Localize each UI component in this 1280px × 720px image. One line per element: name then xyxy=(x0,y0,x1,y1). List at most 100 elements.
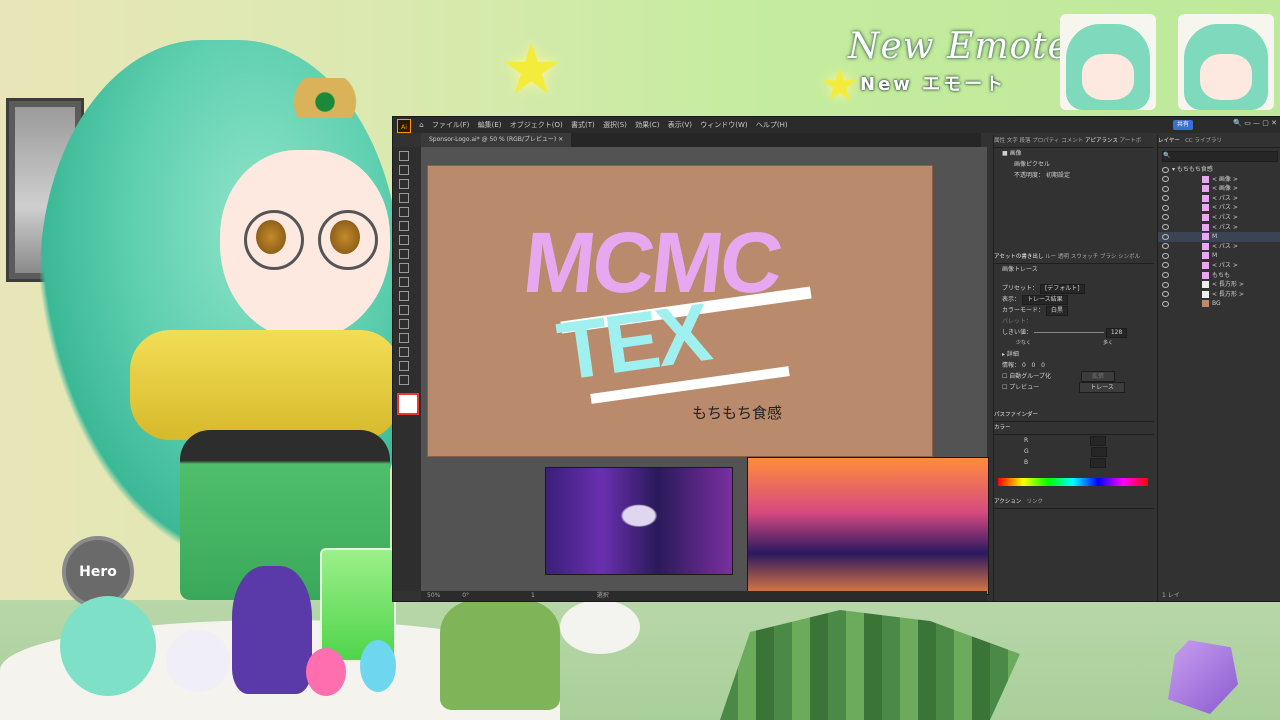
anime-character-image[interactable] xyxy=(545,467,733,575)
channel-g-input[interactable] xyxy=(1090,446,1107,457)
hand-tool-icon[interactable] xyxy=(399,361,409,371)
appearance-object-row[interactable]: ■ 画像 xyxy=(994,148,1154,159)
brush-tool-icon[interactable] xyxy=(399,249,409,259)
layer-item[interactable]: < パス > xyxy=(1158,213,1280,223)
color-mode-select[interactable]: 白黒 xyxy=(1045,305,1068,316)
visibility-eye-icon[interactable] xyxy=(1162,204,1169,211)
menu-select[interactable]: 選択(S) xyxy=(603,117,627,133)
advanced-toggle[interactable]: ▸ 詳細 xyxy=(994,349,1154,360)
layer-item[interactable]: < 画像 > xyxy=(1158,175,1280,185)
visibility-eye-icon[interactable] xyxy=(1162,176,1169,183)
fill-stroke-swatch[interactable] xyxy=(397,393,419,415)
preview-row[interactable]: ☐ プレビュー トレース xyxy=(994,382,1154,393)
visibility-eye-icon[interactable] xyxy=(1162,252,1169,259)
tab-ruler[interactable]: ルー xyxy=(1045,254,1056,260)
menu-file[interactable]: ファイル(F) xyxy=(432,117,470,133)
window-controls[interactable]: 🔍 ▭ — ▢ ✕ xyxy=(1233,119,1277,127)
layer-item[interactable]: BG xyxy=(1158,299,1280,309)
document-tab[interactable]: Sponsor-Logo.ai* @ 50 % (RGB/プレビュー) ✕ xyxy=(421,133,572,147)
home-icon[interactable]: ⌂ xyxy=(419,117,423,133)
visibility-eye-icon[interactable] xyxy=(1162,262,1169,269)
tab-links[interactable]: リンク xyxy=(1026,499,1043,505)
tab-brushes[interactable]: ブラシ xyxy=(1100,254,1116,260)
layer-item[interactable]: M xyxy=(1158,251,1280,261)
pen-tool-icon[interactable] xyxy=(399,193,409,203)
pencil-tool-icon[interactable] xyxy=(399,263,409,273)
visibility-eye-icon[interactable] xyxy=(1162,272,1169,279)
tab-attributes[interactable]: 属性 xyxy=(994,138,1005,144)
appearance-sub-row[interactable]: 画像ピクセル xyxy=(994,159,1154,170)
layer-item[interactable]: もちも xyxy=(1158,271,1280,281)
threshold-slider[interactable] xyxy=(1033,332,1104,333)
opacity-row[interactable]: 不透明度： 初期設定 xyxy=(994,170,1154,181)
visibility-eye-icon[interactable] xyxy=(1162,233,1169,240)
layer-item[interactable]: < パス > xyxy=(1158,203,1280,213)
zoom-level[interactable]: 50% xyxy=(427,592,440,599)
menu-view[interactable]: 表示(V) xyxy=(668,117,692,133)
tab-transparency[interactable]: 透明 xyxy=(1058,254,1069,260)
canvas-area[interactable]: MCMC TEX もちもち食感 xyxy=(421,147,989,595)
pathfinder-label[interactable]: パスファインダー xyxy=(994,412,1038,418)
curvature-tool-icon[interactable] xyxy=(399,207,409,217)
share-button[interactable]: 共有 xyxy=(1172,120,1193,130)
tab-actions[interactable]: アクション xyxy=(994,499,1021,505)
layer-top[interactable]: ▾ もちもち食感 xyxy=(1158,165,1280,175)
layer-item[interactable]: < パス > xyxy=(1158,261,1280,271)
tab-symbols[interactable]: シンボル xyxy=(1118,254,1140,260)
layer-item[interactable]: < 画像 > xyxy=(1158,184,1280,194)
tab-swatches[interactable]: スウォッチ xyxy=(1071,254,1099,260)
menu-window[interactable]: ウィンドウ(W) xyxy=(700,117,747,133)
visibility-eye-icon[interactable] xyxy=(1162,300,1169,307)
visibility-eye-icon[interactable] xyxy=(1162,291,1169,298)
color-label[interactable]: カラー xyxy=(994,425,1011,431)
rotation-value[interactable]: 0° xyxy=(462,592,469,599)
zoom-tool-icon[interactable] xyxy=(399,375,409,385)
tab-cc-libraries[interactable]: CC ライブラリ xyxy=(1185,138,1222,144)
tab-character[interactable]: 文字 xyxy=(1007,138,1018,144)
visibility-eye-icon[interactable] xyxy=(1162,224,1169,231)
layers-search-input[interactable]: 🔍 xyxy=(1162,151,1278,162)
eraser-tool-icon[interactable] xyxy=(399,277,409,287)
menu-effect[interactable]: 効果(C) xyxy=(635,117,659,133)
threshold-input[interactable]: 128 xyxy=(1105,327,1128,338)
menu-help[interactable]: ヘルプ(H) xyxy=(756,117,788,133)
visibility-eye-icon[interactable] xyxy=(1162,185,1169,192)
trace-button[interactable]: トレース xyxy=(1079,382,1125,393)
menu-type[interactable]: 書式(T) xyxy=(571,117,595,133)
layer-item[interactable]: < 長方形 > xyxy=(1158,280,1280,290)
close-icon[interactable]: ✕ xyxy=(558,136,563,143)
layer-item[interactable]: < パス > xyxy=(1158,223,1280,233)
menu-edit[interactable]: 編集(E) xyxy=(478,117,502,133)
type-tool-icon[interactable] xyxy=(399,319,409,329)
tab-artboards[interactable]: アートボ xyxy=(1120,138,1142,144)
rotate-tool-icon[interactable] xyxy=(399,291,409,301)
artboard-navigator[interactable]: 1 xyxy=(531,592,535,599)
visibility-eye-icon[interactable] xyxy=(1162,214,1169,221)
ellipse-tool-icon[interactable] xyxy=(399,235,409,245)
eyedropper-tool-icon[interactable] xyxy=(399,347,409,357)
tab-paragraph[interactable]: 段落 xyxy=(1020,138,1031,144)
tab-appearance[interactable]: アピアランス xyxy=(1085,138,1118,144)
tab-asset-export[interactable]: アセットの書き出し xyxy=(994,254,1043,260)
color-spectrum[interactable] xyxy=(998,478,1148,486)
menu-object[interactable]: オブジェクト(O) xyxy=(510,117,563,133)
channel-b-input[interactable] xyxy=(1090,457,1107,468)
preset-select[interactable]: [デフォルト] xyxy=(1039,283,1085,294)
visibility-eye-icon[interactable] xyxy=(1162,166,1169,173)
scale-tool-icon[interactable] xyxy=(399,305,409,315)
tab-properties[interactable]: プロパティ xyxy=(1032,138,1059,144)
view-select[interactable]: トレース結果 xyxy=(1021,294,1068,305)
rectangle-tool-icon[interactable] xyxy=(399,221,409,231)
layer-item[interactable]: < 長方形 > xyxy=(1158,290,1280,300)
direct-selection-tool-icon[interactable] xyxy=(399,165,409,175)
artboard[interactable]: MCMC TEX もちもち食感 xyxy=(427,165,933,457)
layer-item[interactable]: < パス > xyxy=(1158,194,1280,204)
layer-item[interactable]: < パス > xyxy=(1158,242,1280,252)
neon-city-image[interactable] xyxy=(747,457,989,595)
tab-layers[interactable]: レイヤー xyxy=(1158,138,1180,144)
magic-wand-tool-icon[interactable] xyxy=(399,179,409,189)
layer-item-selected[interactable]: M xyxy=(1158,232,1280,242)
tab-comments[interactable]: コメント xyxy=(1061,138,1083,144)
selection-tool-icon[interactable] xyxy=(399,151,409,161)
visibility-eye-icon[interactable] xyxy=(1162,243,1169,250)
